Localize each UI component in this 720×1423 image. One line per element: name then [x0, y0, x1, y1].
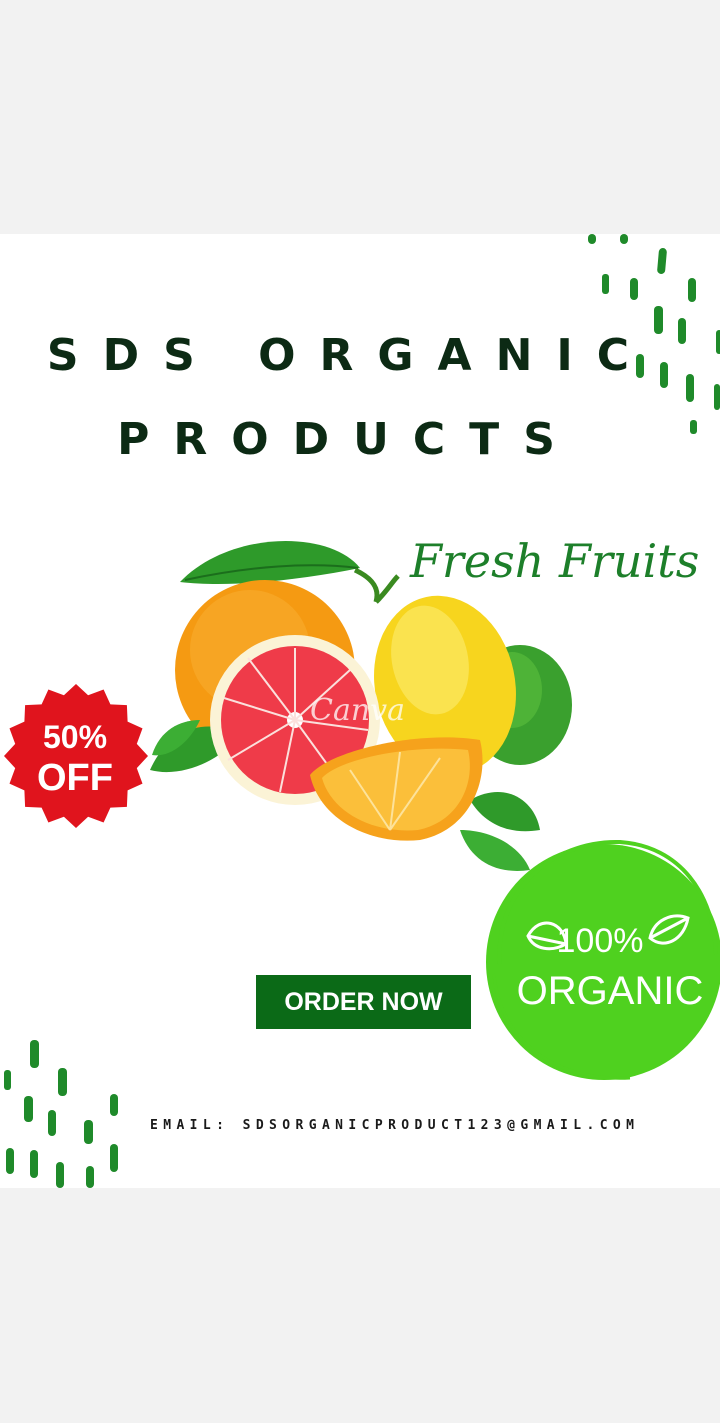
- poster: SDS ORGANIC PRODUCTS Fresh Fruits Canva …: [0, 234, 720, 1188]
- brand-title-line2: PRODUCTS: [117, 414, 579, 465]
- organic-line2: ORGANIC: [516, 969, 704, 1013]
- watermark-text: Canva: [310, 693, 405, 728]
- contact-email: EMAIL: SDSORGANICPRODUCT123@GMAIL.COM: [150, 1118, 640, 1133]
- fruit-illustration: Canva: [150, 541, 572, 871]
- discount-badge-shape: [4, 684, 148, 828]
- order-now-button[interactable]: ORDER NOW: [256, 975, 471, 1029]
- discount-line2: OFF: [37, 757, 113, 799]
- brand-title-line1: SDS ORGANIC: [46, 330, 654, 381]
- dash-pattern-bottom-left: [4, 1040, 118, 1188]
- organic-line1: 100%: [556, 922, 644, 960]
- discount-line1: 50%: [42, 719, 108, 755]
